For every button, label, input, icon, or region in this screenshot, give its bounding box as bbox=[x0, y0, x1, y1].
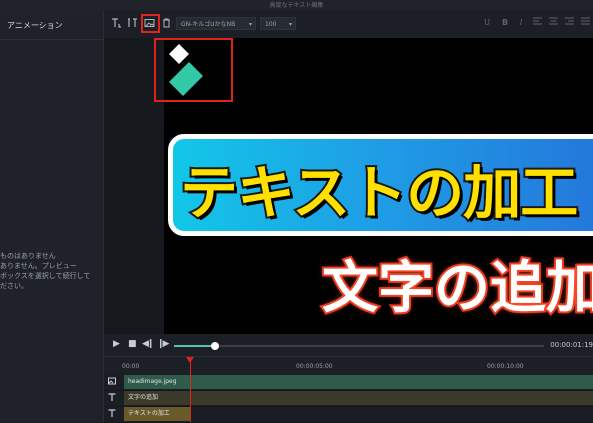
timeline-clip[interactable]: headimage.jpeg bbox=[124, 375, 593, 389]
previous-frame-icon[interactable]: ◀❙ bbox=[142, 339, 155, 349]
ruler-tick: 00:00:10:00 bbox=[487, 363, 524, 370]
next-frame-icon[interactable]: ❙▶ bbox=[157, 339, 170, 349]
message-line: ありません。プレビュー bbox=[0, 262, 77, 270]
sidebar-title: アニメーション bbox=[7, 21, 63, 30]
subheadline-text[interactable]: 文字の追加 bbox=[320, 243, 593, 324]
message-line: ボックスを選択して続行して bbox=[0, 272, 91, 280]
timeline-clip[interactable]: テキストの加工 bbox=[124, 407, 190, 421]
align-left-icon[interactable] bbox=[532, 17, 542, 29]
toolbar: GN-キルゴUかなNB ▾ 100 ▾ U B I bbox=[104, 11, 593, 39]
ruler-tick: 00:00:05:00 bbox=[296, 363, 333, 370]
playhead-line[interactable] bbox=[190, 359, 191, 422]
timecode: 00:00:01:19 bbox=[550, 341, 593, 349]
delete-icon[interactable] bbox=[160, 16, 173, 29]
text-track-icon bbox=[108, 393, 116, 403]
text-tool-icon[interactable] bbox=[110, 16, 123, 29]
track-row: headimage.jpeg bbox=[104, 374, 593, 391]
font-family-select[interactable]: GN-キルゴUかなNB ▾ bbox=[176, 17, 256, 30]
sidebar: アニメーション ものはありません ありません。プレビュー ボックスを選択して続行… bbox=[0, 11, 104, 422]
message-line: ださい。 bbox=[0, 282, 28, 290]
vertical-text-icon[interactable] bbox=[126, 16, 139, 29]
ruler-tick: 00:00 bbox=[122, 363, 140, 370]
logo-highlight bbox=[154, 38, 233, 102]
align-justify-icon[interactable] bbox=[580, 17, 590, 29]
stop-icon[interactable]: ■ bbox=[128, 339, 137, 349]
timeline-clip[interactable]: 文字の追加 bbox=[124, 391, 593, 405]
font-family-value: GN-キルゴUかなNB bbox=[181, 21, 236, 28]
playback-bar: ▶ ■ ◀❙ ❙▶ 00:00:01:19 bbox=[104, 334, 593, 356]
playback-slider[interactable] bbox=[174, 342, 544, 350]
playback-progress bbox=[174, 345, 215, 347]
playback-slider-handle[interactable] bbox=[210, 342, 219, 350]
track-row: テキストの加工 bbox=[104, 406, 593, 423]
align-right-icon[interactable] bbox=[564, 17, 574, 29]
bold-button[interactable]: B bbox=[500, 17, 510, 29]
playhead-handle[interactable] bbox=[186, 357, 194, 363]
play-icon[interactable]: ▶ bbox=[113, 339, 120, 349]
image-track-icon bbox=[108, 377, 116, 387]
timeline-tracks: headimage.jpeg 文字の追加 テキストの加工 bbox=[104, 374, 593, 423]
underline-button[interactable]: U bbox=[482, 17, 492, 29]
headline-text[interactable]: テキストの加工 bbox=[178, 146, 580, 230]
track-row: 文字の追加 bbox=[104, 390, 593, 407]
italic-button[interactable]: I bbox=[516, 17, 526, 29]
chevron-down-icon: ▾ bbox=[248, 21, 252, 28]
font-size-value: 100 bbox=[265, 21, 277, 28]
timeline-ruler[interactable]: 00:00 00:00:05:00 00:00:10:00 bbox=[104, 356, 593, 374]
text-track-icon bbox=[108, 409, 116, 419]
align-center-icon[interactable] bbox=[548, 17, 558, 29]
message-line: ものはありません bbox=[0, 252, 56, 260]
image-icon-highlight bbox=[141, 14, 160, 33]
sidebar-divider bbox=[0, 39, 103, 40]
chevron-down-icon: ▾ bbox=[288, 21, 292, 28]
sidebar-empty-message: ものはありません ありません。プレビュー ボックスを選択して続行して ださい。 bbox=[0, 251, 100, 291]
window-title: 高度なテキスト編集 bbox=[0, 0, 593, 11]
font-size-select[interactable]: 100 ▾ bbox=[260, 17, 296, 30]
